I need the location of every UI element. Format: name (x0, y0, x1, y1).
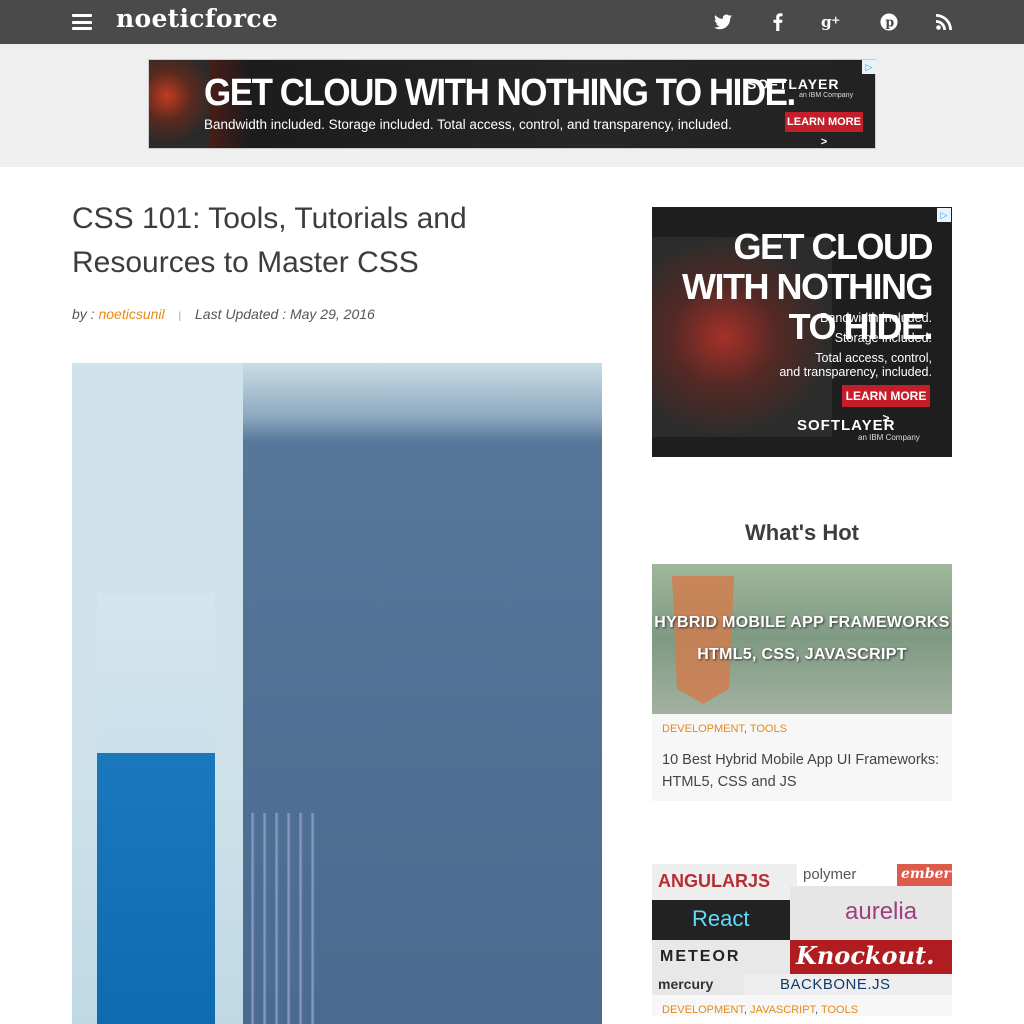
svg-text:p: p (885, 15, 894, 30)
category-link[interactable]: TOOLS (821, 1004, 858, 1016)
pinterest-icon[interactable]: p (877, 10, 901, 34)
aurelia-logo: aurelia (790, 886, 952, 940)
by-label: by : (72, 306, 95, 322)
category-link[interactable]: DEVELOPMENT (662, 723, 744, 735)
ad-brand-sub: an IBM Company (799, 92, 854, 99)
backbone-logo: BACKBONE.JS (744, 974, 952, 995)
adchoices-icon[interactable]: ▷ (937, 208, 951, 222)
svg-text:+: + (831, 14, 840, 27)
menu-icon[interactable] (72, 14, 92, 30)
hot-post-card[interactable]: ANGULARJS polymer ember React aurelia ME… (652, 864, 952, 1016)
last-updated: Last Updated : May 29, 2016 (195, 306, 375, 322)
sidebar-ad-line: and transparency, included. (779, 365, 932, 379)
ad-learn-more-button[interactable]: LEARN MORE > (785, 112, 863, 148)
ember-logo: ember (897, 864, 952, 886)
ad-headline: GET CLOUD WITH NOTHING TO HIDE. (204, 72, 796, 114)
sidebar-ad-line: Storage included. (834, 331, 932, 345)
sidebar-ad-brand-sub: an IBM Company (858, 433, 920, 442)
html5-logo-icon (672, 576, 734, 704)
sidebar-ad-line: Total access, control, (815, 351, 932, 365)
article-hero-image (72, 363, 602, 1024)
rss-icon[interactable] (932, 10, 956, 34)
sidebar-ad-headline: GET CLOUD WITH NOTHING TO HIDE. (682, 226, 933, 347)
category-link[interactable]: JAVASCRIPT (750, 1004, 815, 1016)
article-title: CSS 101: Tools, Tutorials and Resources … (72, 202, 467, 279)
post-categories: DEVELOPMENT, JAVASCRIPT, TOOLS (662, 1004, 859, 1016)
twitter-icon[interactable] (711, 10, 735, 34)
sidebar-ad[interactable]: GET CLOUD WITH NOTHING TO HIDE. Bandwidt… (652, 207, 952, 457)
hot-post-card[interactable]: HYBRID MOBILE APP FRAMEWORKS HTML5, CSS,… (652, 564, 952, 801)
post-thumbnail[interactable]: ANGULARJS polymer ember React aurelia ME… (652, 864, 952, 995)
facebook-icon[interactable] (766, 10, 790, 34)
author-link[interactable]: noeticsunil (98, 306, 164, 322)
sidebar-ad-brand: SOFTLAYER (797, 417, 896, 434)
react-logo: React (652, 900, 790, 940)
category-link[interactable]: DEVELOPMENT (662, 1004, 744, 1016)
post-categories: DEVELOPMENT, TOOLS (662, 723, 787, 735)
top-navbar: noeticforce g + p (0, 0, 1024, 44)
thumb-text: HYBRID MOBILE APP FRAMEWORKS (654, 614, 950, 631)
google-plus-icon[interactable]: g + (820, 10, 844, 34)
category-link[interactable]: TOOLS (750, 723, 787, 735)
ad-cloud-graphic (149, 60, 209, 148)
thumb-text: HTML5, CSS, JAVASCRIPT (697, 646, 907, 663)
site-logo[interactable]: noeticforce (116, 4, 278, 33)
knockout-logo: Knockout. (790, 940, 952, 974)
whats-hot-heading: What's Hot (745, 520, 859, 545)
meteor-logo: METEOR (652, 940, 790, 974)
angular-logo: ANGULARJS (652, 864, 797, 900)
sidebar-ad-learn-more-button[interactable]: LEARN MORE > (842, 385, 930, 425)
ad-brand: SOFTLAYER (747, 76, 840, 92)
leaderboard-ad[interactable]: GET CLOUD WITH NOTHING TO HIDE. Bandwidt… (148, 59, 876, 149)
article-meta: by : noeticsunil | Last Updated : May 29… (72, 306, 375, 322)
mercury-logo: mercury (652, 974, 744, 995)
post-thumbnail[interactable]: HYBRID MOBILE APP FRAMEWORKS HTML5, CSS,… (652, 564, 952, 714)
adchoices-icon[interactable]: ▷ (862, 60, 876, 74)
sidebar-ad-line: Bandwidth included. (820, 311, 932, 325)
post-title-link[interactable]: 10 Best Hybrid Mobile App UI Frameworks:… (652, 735, 952, 801)
meta-separator: | (178, 311, 182, 322)
ad-subline: Bandwidth included. Storage included. To… (204, 117, 732, 132)
